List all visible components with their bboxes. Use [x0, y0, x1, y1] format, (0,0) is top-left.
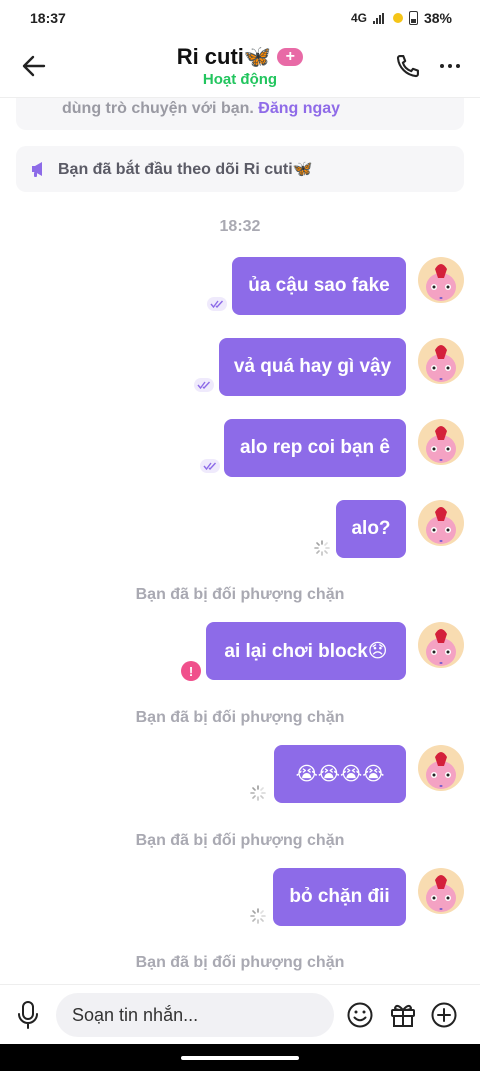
gift-button[interactable] [389, 1001, 417, 1029]
spinner-icon [250, 908, 266, 924]
smiley-icon [347, 1002, 373, 1028]
avatar[interactable] [418, 745, 464, 791]
status-time: 18:37 [30, 10, 66, 26]
blocked-notice: Bạn đã bị đối phượng chặn [135, 709, 345, 726]
avatar[interactable] [418, 868, 464, 914]
contact-name: Ri cuti🦋 [176, 44, 272, 69]
message-composer [0, 984, 480, 1044]
charging-icon [392, 13, 403, 23]
signal-icon [372, 12, 387, 24]
call-button[interactable] [394, 52, 422, 80]
status-indicators: 4G 38% [351, 10, 452, 26]
phone-icon [396, 55, 419, 78]
avatar[interactable] [418, 338, 464, 384]
battery-level: 38% [423, 10, 452, 26]
spinner-icon [314, 540, 330, 556]
double-check-icon [207, 297, 227, 311]
avatar[interactable] [418, 622, 464, 668]
add-button[interactable] [430, 1001, 458, 1029]
plus-circle-icon [431, 1002, 457, 1028]
message-bubble[interactable]: alo rep coi bạn ê [224, 419, 406, 477]
message-input[interactable] [56, 993, 334, 1037]
message-bubble[interactable]: 😭😭😭😭 [274, 745, 406, 803]
message-bubble[interactable]: bỏ chặn đii [273, 868, 406, 926]
plus-badge: + [277, 48, 304, 66]
system-nav-bar [0, 1044, 480, 1071]
register-link[interactable]: Đăng ngay [258, 100, 340, 117]
double-check-icon [194, 378, 214, 392]
voice-button[interactable] [14, 999, 42, 1031]
message-bubble[interactable]: alo? [336, 500, 406, 558]
timestamp: 18:32 [219, 218, 261, 235]
exclamation-icon[interactable]: ! [181, 661, 201, 681]
message-bubble[interactable]: vả quá hay gì vậy [219, 338, 406, 396]
more-options-button[interactable] [436, 52, 464, 80]
avatar[interactable] [418, 419, 464, 465]
spinner-icon [250, 785, 266, 801]
avatar[interactable] [418, 257, 464, 303]
blocked-notice: Bạn đã bị đối phượng chặn [135, 586, 345, 603]
message-bubble[interactable]: ủa cậu sao fake [232, 257, 406, 315]
network-type: 4G [350, 11, 367, 25]
home-indicator[interactable] [181, 1056, 299, 1060]
register-notice: dùng trò chuyện với bạn. Đăng ngay [16, 98, 464, 130]
message-bubble[interactable]: ai lại chơi block😞 [206, 622, 406, 680]
blocked-notice: Bạn đã bị đối phượng chặn [135, 954, 345, 971]
follow-notice: Bạn đã bắt đầu theo dõi Ri cuti🦋 [16, 146, 464, 192]
chat-header: Ri cuti🦋 + Hoạt động [0, 36, 480, 98]
gift-icon [391, 1004, 415, 1027]
battery-icon [408, 11, 418, 25]
status-bar: 18:37 4G 38% [0, 0, 480, 36]
mic-icon [18, 1001, 38, 1029]
megaphone-icon [32, 162, 42, 177]
follow-text: Bạn đã bắt đầu theo dõi Ri cuti🦋 [58, 161, 313, 178]
emoji-button[interactable] [346, 1001, 374, 1029]
avatar[interactable] [418, 500, 464, 546]
double-check-icon [200, 459, 220, 473]
more-horizontal-icon [440, 64, 444, 68]
register-text: dùng trò chuyện với bạn. [62, 100, 254, 117]
blocked-notice: Bạn đã bị đối phượng chặn [135, 832, 345, 849]
